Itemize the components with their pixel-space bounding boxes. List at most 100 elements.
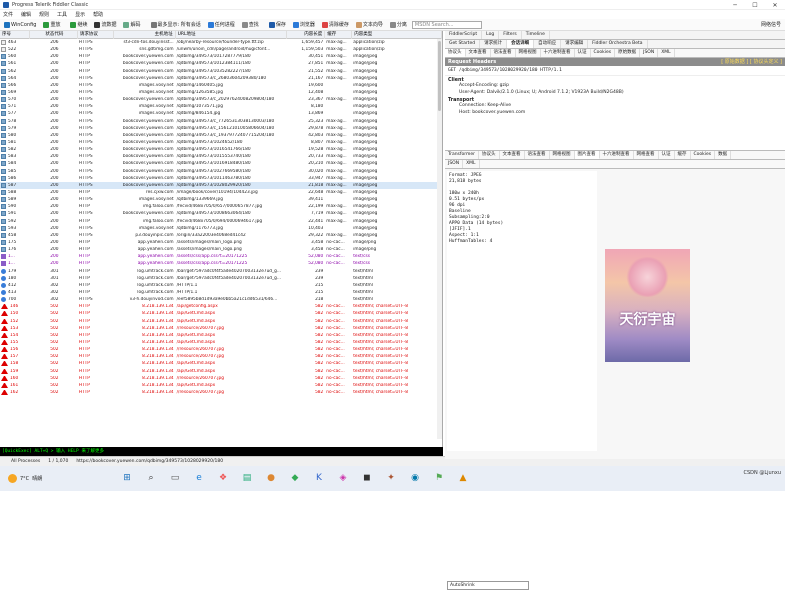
session-row[interactable]: 458 200 HTTPS p3.douyinpic.com/origin/33a22…: [0, 232, 442, 239]
session-row[interactable]: 156 502 HTTP 8.218.139.134//resource/260707…: [0, 346, 442, 353]
session-row[interactable]: 159 502 HTTP 8.218.139.134/api/GetCmd.aspx 5…: [0, 367, 442, 374]
taskbar-app-icon[interactable]: ◈: [334, 469, 352, 487]
tab-网格查看[interactable]: 网格查看: [634, 151, 659, 159]
session-row[interactable]: 569 200 HTTPS images.vosy.net/qdbimg/126358…: [0, 89, 442, 96]
session-row[interactable]: 564 200 HTTPS bookcover.yuewen.com/qdbimg/3…: [0, 75, 442, 82]
column-header[interactable]: 内容类型: [352, 31, 442, 39]
session-row[interactable]: 412 302 HTTP log.umtrack.com/HTTP/1.1 215 tex…: [0, 282, 442, 289]
minimize-icon[interactable]: ─: [725, 0, 745, 10]
scrollbar-thumb[interactable]: [438, 41, 441, 111]
taskbar-app-icon[interactable]: ▭: [166, 469, 184, 487]
session-row[interactable]: 591 200 HTTPS bookcover.yuewen.com/qdbimg/3…: [0, 210, 442, 217]
session-row[interactable]: 522 206 HTTPS sns.gdtimg.com/unwm/unoin_cdn…: [0, 46, 442, 53]
replay-button[interactable]: 重放: [41, 21, 62, 28]
session-row[interactable]: 146 502 HTTP 8.218.139.134/api/getconfig.as…: [0, 303, 442, 310]
session-row[interactable]: 566 200 HTTPS images.vosy.net/qdbimg/146040…: [0, 82, 442, 89]
column-header[interactable]: 主机地址: [114, 31, 176, 39]
keep-button[interactable]: 最多显示: 所有会话: [149, 21, 203, 28]
session-row[interactable]: 582 200 HTTPS bookcover.yuewen.com/qdbimg/3…: [0, 146, 442, 153]
session-row[interactable]: 579 200 HTTPS bookcover.yuewen.com/qdbimg/3…: [0, 125, 442, 132]
tab-语法查看[interactable]: 语法查看: [491, 49, 516, 57]
tab-会话详细[interactable]: 会话详细: [507, 40, 535, 48]
column-header[interactable]: 内容长度: [287, 31, 326, 39]
taskbar-app-icon[interactable]: ⌕: [142, 469, 160, 487]
tab-filters[interactable]: Filters: [499, 31, 522, 39]
session-row[interactable]: 581 200 HTTPS bookcover.yuewen.com/qdbimg/3…: [0, 139, 442, 146]
tab-十六进制查看[interactable]: 十六进制查看: [600, 151, 634, 159]
tab-协议头[interactable]: 协议头: [445, 49, 466, 57]
taskbar-app-icon[interactable]: ◉: [406, 469, 424, 487]
textwizard-button[interactable]: 文本向导: [354, 21, 385, 28]
menu-item[interactable]: 规则: [39, 11, 49, 18]
tab-缓存[interactable]: 缓存: [675, 151, 691, 159]
session-row[interactable]: 153 502 HTTP 8.218.139.134//resource/260707…: [0, 325, 442, 332]
stream-button[interactable]: 流数据: [92, 21, 118, 28]
session-row[interactable]: 150 502 HTTP 8.218.139.134/api/GetCmd.aspx 5…: [0, 310, 442, 317]
session-row[interactable]: 1... 200 HTTP app.yeahen.com/assets/css/app…: [0, 253, 442, 260]
session-row[interactable]: 180 301 HTTP log.umtrack.com/bar/get?597adc…: [0, 275, 442, 282]
tab-xml[interactable]: XML: [658, 49, 675, 57]
taskbar-app-icon[interactable]: ✦: [382, 469, 400, 487]
column-header[interactable]: 状态代码: [30, 31, 78, 39]
session-row[interactable]: 592 200 HTTP img.faloo.com/fecvid/468x705/0…: [0, 218, 442, 225]
session-row[interactable]: 176 200 HTTP app.yeahen.com/assets/images/m…: [0, 246, 442, 253]
save-button[interactable]: 保存: [267, 21, 288, 28]
tab-文本查看[interactable]: 文本查看: [466, 49, 491, 57]
session-row[interactable]: 560 200 HTTP bookcover.yuewen.com/qdbimg/34…: [0, 53, 442, 60]
tab-语法查看[interactable]: 语法查看: [525, 151, 550, 159]
taskbar-app-icon[interactable]: ▲: [454, 469, 472, 487]
tab-cookies[interactable]: Cookies: [691, 151, 716, 159]
session-row[interactable]: 561 200 HTTP bookcover.yuewen.com/qdbimg/34…: [0, 60, 442, 67]
session-list-scrollbar[interactable]: [437, 39, 442, 439]
tab-认证[interactable]: 认证: [659, 151, 675, 159]
tab-请求编辑[interactable]: 请求编辑: [561, 40, 589, 48]
tab-get-started[interactable]: Get Started: [445, 40, 481, 48]
column-header[interactable]: 请求协议: [78, 31, 114, 39]
weather-widget[interactable]: 7°C 晴朗: [8, 474, 128, 483]
session-row[interactable]: 590 200 HTTP img.faloo.com/fecvid/468x705/0…: [0, 203, 442, 210]
column-header[interactable]: 序号: [0, 31, 30, 39]
session-row[interactable]: 589 200 HTTPS images.vosy.net/qdbimg/133966…: [0, 196, 442, 203]
session-row[interactable]: 700 302 HTTPS v3-h.douyinvod.com/eef5895b8d…: [0, 296, 442, 303]
session-row[interactable]: 584 200 HTTPS bookcover.yuewen.com/qdbimg/3…: [0, 160, 442, 167]
session-row[interactable]: 562 200 HTTP bookcover.yuewen.com/qdbimg/34…: [0, 68, 442, 75]
tab-timeline[interactable]: Timeline: [522, 31, 550, 39]
session-row[interactable]: 571 200 HTTPS images.vosy.net/qdbimg/107357…: [0, 103, 442, 110]
tab-log[interactable]: Log: [482, 31, 500, 39]
session-row[interactable]: 585 200 HTTPS bookcover.yuewen.com/qdbimg/3…: [0, 168, 442, 175]
tab-json[interactable]: JSON: [640, 49, 659, 57]
session-row[interactable]: 155 502 HTTP 8.218.139.134/api/GetCmd.aspx 5…: [0, 339, 442, 346]
find-button[interactable]: 查找: [240, 21, 261, 28]
taskbar-app-icon[interactable]: ●: [262, 469, 280, 487]
request-headers-links[interactable]: [ 原始数据 ] [ 协议头定义 ]: [721, 58, 785, 66]
tab-网格视图[interactable]: 网格视图: [516, 49, 541, 57]
taskbar-app-icon[interactable]: K: [310, 469, 328, 487]
maximize-icon[interactable]: ☐: [745, 0, 765, 10]
menu-item[interactable]: 编辑: [21, 11, 31, 18]
column-header[interactable]: URL地址: [176, 31, 288, 39]
session-row[interactable]: 158 502 HTTP 8.218.139.134/api/GetCmd.aspx 5…: [0, 360, 442, 367]
session-row[interactable]: 175 200 HTTP app.yeahen.com/assets/images/m…: [0, 239, 442, 246]
tab-原始数据[interactable]: 原始数据: [615, 49, 641, 57]
session-row[interactable]: 586 200 HTTPS bookcover.yuewen.com/qdbimg/3…: [0, 175, 442, 182]
browse-button[interactable]: 浏览器: [291, 21, 317, 28]
session-row[interactable]: 160 502 HTTP 8.218.139.134//resource/260707…: [0, 375, 442, 382]
column-header[interactable]: 缓存: [325, 31, 353, 39]
session-row[interactable]: 588 200 HTTP res.cjxw.com/image/book/cover/…: [0, 189, 442, 196]
winconfig-button[interactable]: WinConfig: [2, 21, 38, 28]
session-row[interactable]: 577 200 HTTPS images.vosy.net/qdbimg/846154…: [0, 110, 442, 117]
tab-transformer[interactable]: Transformer: [445, 151, 480, 159]
go-button[interactable]: 继续: [68, 21, 89, 28]
tab-十六进制查看[interactable]: 十六进制查看: [541, 49, 575, 57]
tab-请求统计[interactable]: 请求统计: [480, 40, 508, 48]
process-button[interactable]: 任何进程: [206, 21, 237, 28]
menu-item[interactable]: 显示: [75, 11, 85, 18]
taskbar-app-icon[interactable]: ⊞: [118, 469, 136, 487]
taskbar-app-icon[interactable]: ❖: [214, 469, 232, 487]
tab-xml[interactable]: XML: [463, 160, 480, 168]
tab-json[interactable]: JSON: [445, 160, 464, 168]
tab-网格视图[interactable]: 网格视图: [550, 151, 575, 159]
taskbar-app-icon[interactable]: ⚑: [430, 469, 448, 487]
session-row[interactable]: 583 200 HTTPS bookcover.yuewen.com/qdbimg/3…: [0, 153, 442, 160]
session-row[interactable]: 593 200 HTTPS images.vosy.net/qdbimg/117677…: [0, 225, 442, 232]
